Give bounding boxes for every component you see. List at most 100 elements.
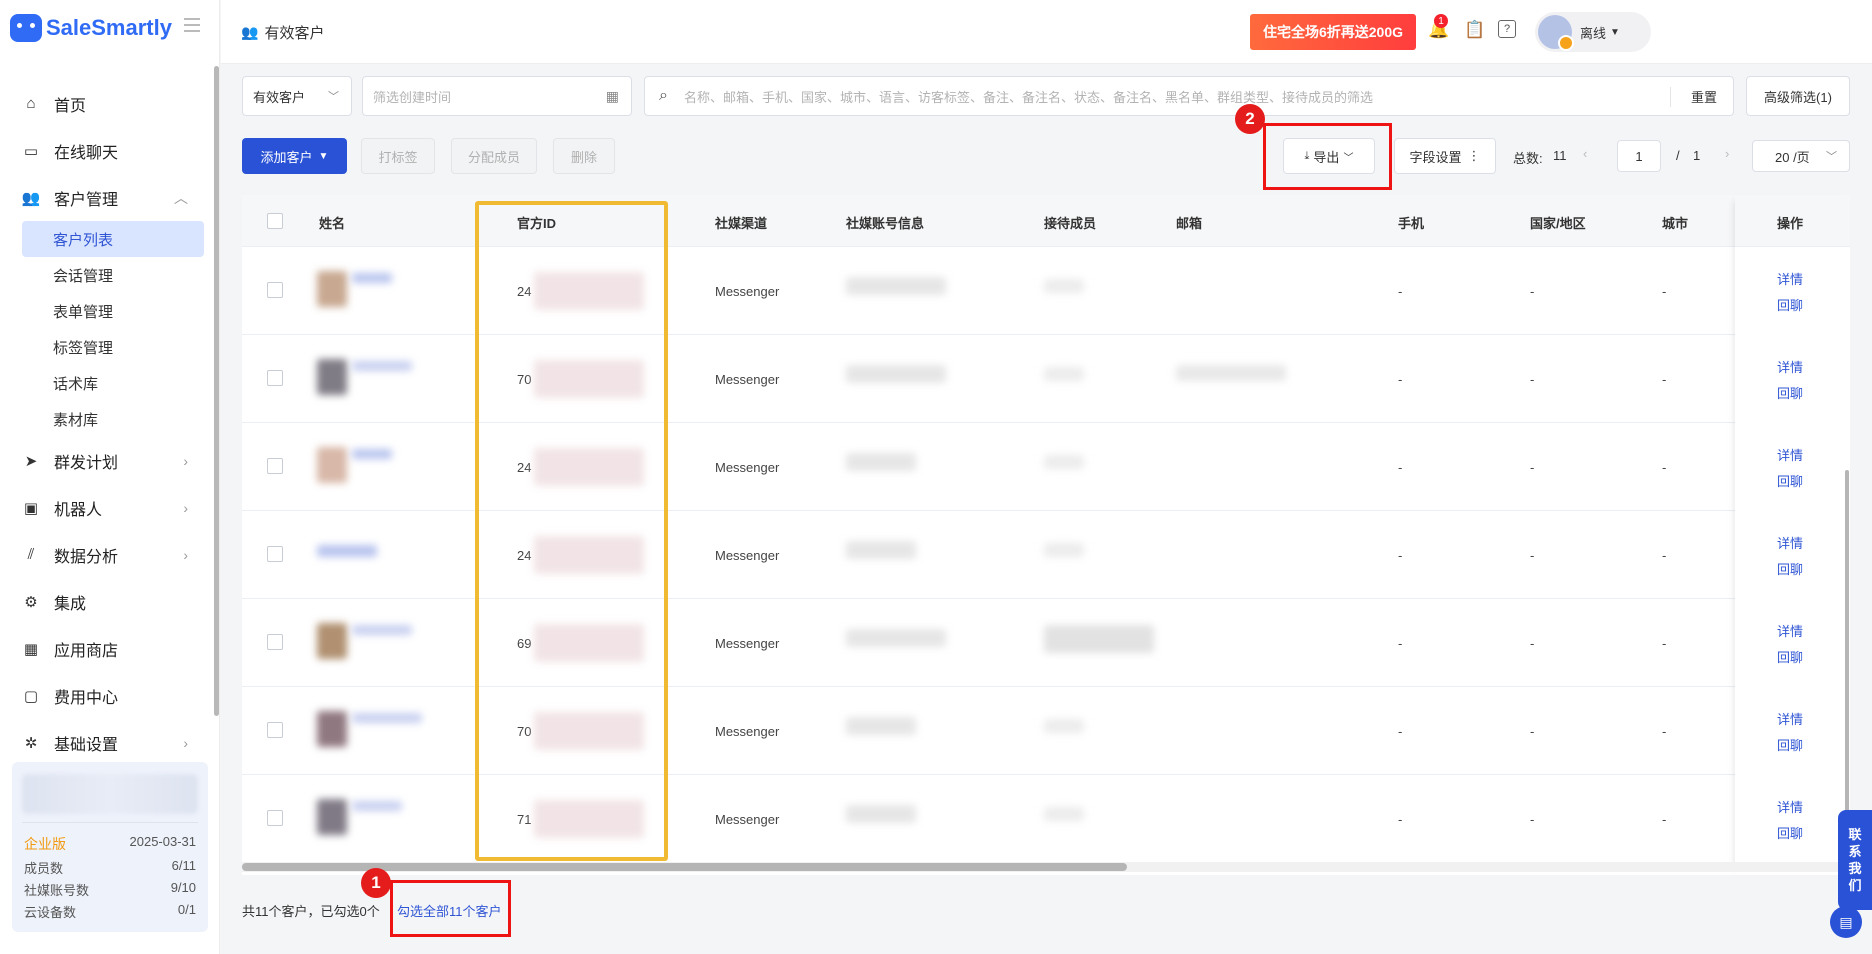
search-placeholder: 名称、邮箱、手机、国家、城市、语言、访客标签、备注、备注名、状态、备注名、黑名单… xyxy=(683,89,1373,105)
sidebar-item-settings[interactable]: ✲ 基础设置 › xyxy=(0,719,210,766)
reply-link[interactable]: 回聊 xyxy=(1777,647,1803,666)
reply-link[interactable]: 回聊 xyxy=(1777,823,1803,842)
row-checkbox[interactable] xyxy=(267,722,283,738)
contact-us-tab[interactable]: 联 系 我 们 xyxy=(1838,810,1872,910)
sidebar-scrollbar[interactable] xyxy=(214,66,219,716)
collapse-menu-icon[interactable] xyxy=(184,18,200,32)
sidebar-subitem-sessions[interactable]: 会话管理 xyxy=(22,257,204,293)
city-cell: - xyxy=(1662,372,1667,387)
sidebar-item-label: 客户管理 xyxy=(54,191,119,209)
sidebar-item-chat[interactable]: ▭ 在线聊天 xyxy=(0,127,210,174)
sidebar-item-app-store[interactable]: ▦ 应用商店 xyxy=(0,625,210,672)
reply-link[interactable]: 回聊 xyxy=(1777,735,1803,754)
sidebar: SaleSmartly ⌂ 首页 ▭ 在线聊天 👥 客户管理 ︿ 客户列表 会话… xyxy=(0,0,220,954)
customer-name-redacted xyxy=(352,713,422,723)
sidebar-subitem-customer-list[interactable]: 客户列表 xyxy=(22,221,204,257)
contact-char: 联 xyxy=(1848,827,1862,842)
detail-link[interactable]: 详情 xyxy=(1777,445,1803,464)
row-checkbox[interactable] xyxy=(267,810,283,826)
caret-down-icon: ▼ xyxy=(1610,26,1620,38)
total-value: 11 xyxy=(1553,148,1567,163)
logo[interactable]: SaleSmartly xyxy=(10,12,172,44)
tag-button[interactable]: 打标签 xyxy=(361,138,435,174)
row-checkbox[interactable] xyxy=(267,546,283,562)
customer-avatar-redacted xyxy=(317,623,347,659)
sidebar-item-broadcast[interactable]: ➤ 群发计划 › xyxy=(0,437,210,484)
sidebar-nav: ⌂ 首页 ▭ 在线聊天 👥 客户管理 ︿ 客户列表 会话管理 表单管理 标签管理… xyxy=(0,80,210,766)
chevron-down-icon: ﹀ xyxy=(328,91,339,103)
home-icon: ⌂ xyxy=(26,95,36,112)
reply-link[interactable]: 回聊 xyxy=(1777,559,1803,578)
sidebar-subitem-tags[interactable]: 标签管理 xyxy=(22,329,204,365)
customer-type-value: 有效客户 xyxy=(253,89,306,105)
row-checkbox[interactable] xyxy=(267,634,283,650)
customer-type-select[interactable]: 有效客户 ﹀ xyxy=(242,76,352,116)
row-checkbox[interactable] xyxy=(267,370,283,386)
integration-icon: ⚙ xyxy=(24,593,38,611)
plan-row-label: 社媒账号数 xyxy=(24,883,90,898)
page-size-select[interactable]: 20 /页 ﹀ xyxy=(1752,140,1850,172)
field-settings-button[interactable]: 字段设置 ⋮ xyxy=(1394,138,1496,174)
column-header-member: 接待成员 xyxy=(1044,216,1097,231)
search-input[interactable]: ⌕ 名称、邮箱、手机、国家、城市、语言、访客标签、备注、备注名、状态、备注名、黑… xyxy=(644,76,1734,116)
chevron-up-icon: ︿ xyxy=(174,189,188,206)
help-icon[interactable]: ? xyxy=(1498,20,1516,38)
page-title-text: 有效客户 xyxy=(264,25,325,42)
account-info-redacted xyxy=(846,277,946,295)
country-cell: - xyxy=(1530,460,1535,475)
more-vertical-icon: ⋮ xyxy=(1467,148,1481,163)
detail-link[interactable]: 详情 xyxy=(1777,533,1803,552)
prev-page-icon[interactable]: ‹ xyxy=(1583,146,1587,161)
customer-avatar-redacted xyxy=(317,271,347,307)
detail-link[interactable]: 详情 xyxy=(1777,621,1803,640)
sidebar-subitem-materials[interactable]: 素材库 xyxy=(22,401,204,437)
sidebar-item-customers[interactable]: 👥 客户管理 ︿ xyxy=(0,174,210,221)
sidebar-subitem-forms[interactable]: 表单管理 xyxy=(22,293,204,329)
channel-cell: Messenger xyxy=(715,460,780,475)
date-filter-placeholder: 筛选创建时间 xyxy=(373,89,452,105)
page-size-value: 20 /页 xyxy=(1775,149,1810,165)
detail-link[interactable]: 详情 xyxy=(1777,269,1803,288)
user-status-menu[interactable]: 离线 ▼ xyxy=(1535,12,1651,52)
row-checkbox[interactable] xyxy=(267,458,283,474)
apps-icon: ▦ xyxy=(23,640,39,658)
member-redacted xyxy=(1044,455,1084,469)
sidebar-item-integration[interactable]: ⚙ 集成 xyxy=(0,578,210,625)
next-page-icon[interactable]: › xyxy=(1725,146,1729,161)
reset-button[interactable]: 重置 xyxy=(1691,87,1717,106)
select-all-checkbox[interactable] xyxy=(267,213,283,229)
sidebar-item-billing[interactable]: ▢ 费用中心 xyxy=(0,672,210,719)
chat-bubble-icon[interactable]: ▤ xyxy=(1830,906,1862,938)
member-redacted xyxy=(1044,719,1084,733)
promo-banner[interactable]: 住宅全场6折再送200G xyxy=(1250,14,1416,50)
detail-link[interactable]: 详情 xyxy=(1777,357,1803,376)
reply-link[interactable]: 回聊 xyxy=(1777,295,1803,314)
detail-link[interactable]: 详情 xyxy=(1777,797,1803,816)
delete-button[interactable]: 删除 xyxy=(553,138,615,174)
sidebar-item-robot[interactable]: ▣ 机器人 › xyxy=(0,484,210,531)
member-redacted xyxy=(1044,367,1084,381)
page-total: 1 xyxy=(1693,148,1701,163)
calendar-icon: ▦ xyxy=(605,87,619,104)
date-filter-input[interactable]: 筛选创建时间 ▦ xyxy=(362,76,632,116)
sidebar-item-label: 在线聊天 xyxy=(54,144,119,162)
customer-avatar-redacted xyxy=(317,359,347,395)
page-number-input[interactable]: 1 xyxy=(1617,140,1661,172)
sidebar-item-analytics[interactable]: ⫽ 数据分析 › xyxy=(0,531,210,578)
assign-member-button[interactable]: 分配成员 xyxy=(451,138,537,174)
sidebar-subitem-scripts[interactable]: 话术库 xyxy=(22,365,204,401)
clipboard-icon[interactable]: 📋 xyxy=(1464,20,1485,40)
detail-link[interactable]: 详情 xyxy=(1777,709,1803,728)
row-checkbox[interactable] xyxy=(267,282,283,298)
avatar xyxy=(1538,15,1574,51)
add-customer-button[interactable]: 添加客户 ▼ xyxy=(242,138,347,174)
chevron-right-icon: › xyxy=(183,546,188,563)
advanced-filter-button[interactable]: 高级筛选(1) xyxy=(1746,76,1850,116)
chevron-right-icon: › xyxy=(183,499,188,516)
column-header-email: 邮箱 xyxy=(1176,216,1203,231)
country-cell: - xyxy=(1530,724,1535,739)
annotation-badge-1: 1 xyxy=(361,868,391,898)
reply-link[interactable]: 回聊 xyxy=(1777,471,1803,490)
sidebar-item-home[interactable]: ⌂ 首页 xyxy=(0,80,210,127)
reply-link[interactable]: 回聊 xyxy=(1777,383,1803,402)
